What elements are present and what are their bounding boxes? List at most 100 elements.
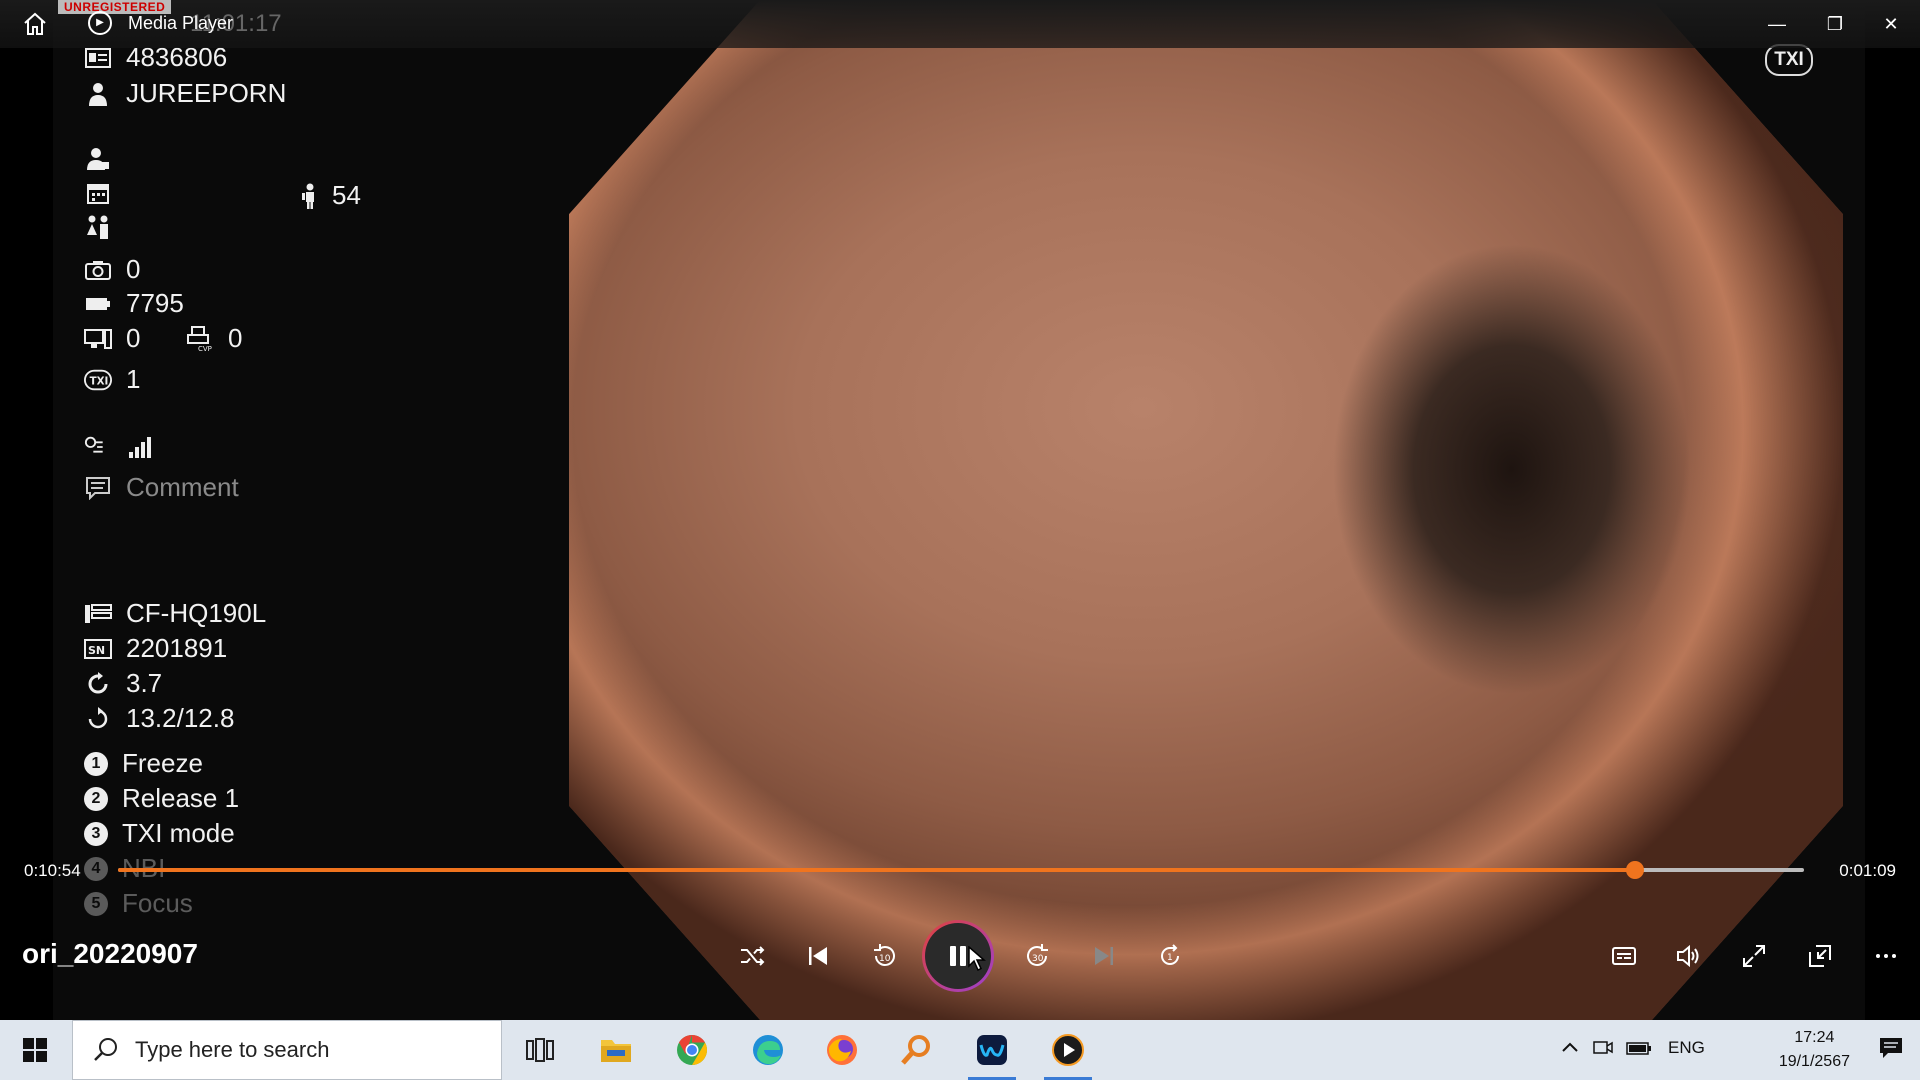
scope-button-label: Freeze: [122, 748, 203, 778]
cvp-printer-icon: CVP: [186, 325, 214, 352]
mini-player-icon: [1809, 945, 1831, 967]
monitor-row: 0: [84, 323, 140, 354]
forward-30-button[interactable]: 30: [1012, 930, 1064, 982]
number-3-icon: 3: [84, 821, 108, 846]
patient-name: JUREEPORN: [126, 78, 287, 108]
svg-text:TXI: TXI: [90, 375, 109, 387]
signal-row: [84, 434, 168, 460]
edge-button[interactable]: [740, 1028, 796, 1072]
search-icon: [94, 1038, 117, 1061]
previous-icon: [809, 947, 827, 965]
media-player-taskbar-button[interactable]: [1040, 1028, 1096, 1080]
system-tray: ENG 17:24 19/1/2567: [1550, 1020, 1920, 1080]
ratio-value: 13.2/12.8: [126, 703, 235, 733]
search-placeholder: Type here to search: [135, 1037, 330, 1062]
repeat-one-icon: 1: [1161, 944, 1179, 965]
file-explorer-button[interactable]: [588, 1028, 644, 1072]
signal-bars-icon: [126, 434, 154, 460]
task-view-button[interactable]: [512, 1028, 568, 1072]
endoscope-signal-icon: [84, 434, 112, 460]
number-1-icon: 1: [84, 751, 108, 776]
title-bar: UNREGISTERED 11:01:17 ▶ Media Player — ❐…: [0, 0, 1920, 48]
doctor-row: [84, 146, 126, 172]
language-indicator[interactable]: ENG: [1668, 1038, 1705, 1058]
chevron-up-icon[interactable]: [1560, 1038, 1580, 1063]
repeat-one-button[interactable]: 1: [1144, 930, 1196, 982]
scope-model: CF-HQ190L: [126, 598, 267, 628]
home-icon[interactable]: [22, 11, 48, 37]
monitor-value: 0: [126, 323, 141, 353]
battery-tray-icon[interactable]: [1626, 1038, 1652, 1063]
magnifier-app-icon: [901, 1035, 930, 1065]
start-button[interactable]: [10, 1032, 60, 1068]
minimize-button[interactable]: —: [1754, 8, 1800, 40]
scope-button-2: 2 Release 1: [84, 783, 239, 814]
seek-thumb[interactable]: [1626, 861, 1645, 879]
doctor-icon: [84, 146, 112, 172]
more-options-button[interactable]: [1860, 930, 1912, 982]
camera-icon: [84, 257, 112, 283]
number-2-icon: 2: [84, 786, 108, 811]
camera-row: 0: [84, 254, 140, 285]
svg-text:SN: SN: [88, 644, 105, 657]
battery-icon: [84, 291, 112, 317]
notifications-icon[interactable]: [1878, 1036, 1904, 1065]
age-row: 54: [296, 180, 361, 211]
captions-button[interactable]: [1598, 930, 1650, 982]
volume-button[interactable]: [1662, 930, 1714, 982]
serial-number-icon: SN: [84, 636, 112, 662]
rewind-10-button[interactable]: 10: [858, 930, 910, 982]
refresh-icon: [84, 706, 112, 732]
comment-icon: [84, 475, 112, 501]
mini-player-button[interactable]: [1794, 930, 1846, 982]
person-icon: [84, 81, 112, 107]
serial-row: SN 2201891: [84, 633, 227, 664]
mouse-cursor-icon: [968, 945, 987, 972]
seek-fill: [118, 868, 1636, 872]
taskbar-clock[interactable]: 17:24 19/1/2567: [1779, 1026, 1850, 1074]
unregistered-watermark: UNREGISTERED: [58, 0, 172, 14]
chrome-button[interactable]: [664, 1028, 720, 1072]
previous-button[interactable]: [792, 930, 844, 982]
meet-now-icon[interactable]: [1592, 1038, 1614, 1063]
scope-button-1: 1 Freeze: [84, 748, 203, 779]
rewind-10-icon: 10: [874, 944, 895, 966]
more-icon: [1876, 954, 1896, 958]
svg-text:CVP: CVP: [198, 345, 212, 352]
id-card-icon: [84, 45, 112, 71]
restore-button[interactable]: ❐: [1812, 8, 1858, 40]
clock-time: 17:24: [1794, 1029, 1835, 1046]
webex-button[interactable]: [964, 1028, 1020, 1080]
close-button[interactable]: ✕: [1868, 8, 1914, 40]
next-icon: [1095, 947, 1113, 965]
taskbar: Type here to search ENG 17:24 19/1/2567: [0, 1020, 1920, 1080]
remaining-time: 0:01:09: [1839, 861, 1896, 880]
fullscreen-button[interactable]: [1728, 930, 1780, 982]
captions-icon: [1612, 947, 1636, 965]
firefox-button[interactable]: [814, 1028, 870, 1072]
rotation-row: 3.7: [84, 668, 162, 699]
media-player-app-icon: [1052, 1034, 1084, 1066]
next-button[interactable]: [1078, 930, 1130, 982]
folder-icon: [601, 1040, 631, 1062]
battery-value: 7795: [126, 288, 184, 318]
task-view-icon: [526, 1038, 554, 1062]
search-app-button[interactable]: [888, 1028, 944, 1072]
forward-30-icon: 30: [1027, 944, 1048, 966]
seek-track[interactable]: [118, 861, 1804, 879]
elapsed-time: 0:10:54: [24, 861, 81, 880]
camera-count: 0: [126, 254, 141, 284]
serial-number: 2201891: [126, 633, 228, 663]
playback-controls: ori_20220907 10 30 1: [0, 900, 1920, 1016]
comment-row: Comment: [84, 472, 239, 503]
gender-icon: [84, 214, 112, 240]
taskbar-search[interactable]: Type here to search: [72, 1020, 502, 1080]
progress-bar: 0:10:54 0:01:09: [0, 845, 1920, 895]
volume-icon: [1677, 944, 1699, 968]
shuffle-button[interactable]: [726, 930, 778, 982]
rotation-value: 3.7: [126, 668, 163, 698]
firefox-icon: [827, 1035, 857, 1065]
txi-badge: TXI: [1765, 44, 1813, 76]
date-row: [84, 180, 126, 206]
txi-row: TXI 1: [84, 364, 140, 395]
